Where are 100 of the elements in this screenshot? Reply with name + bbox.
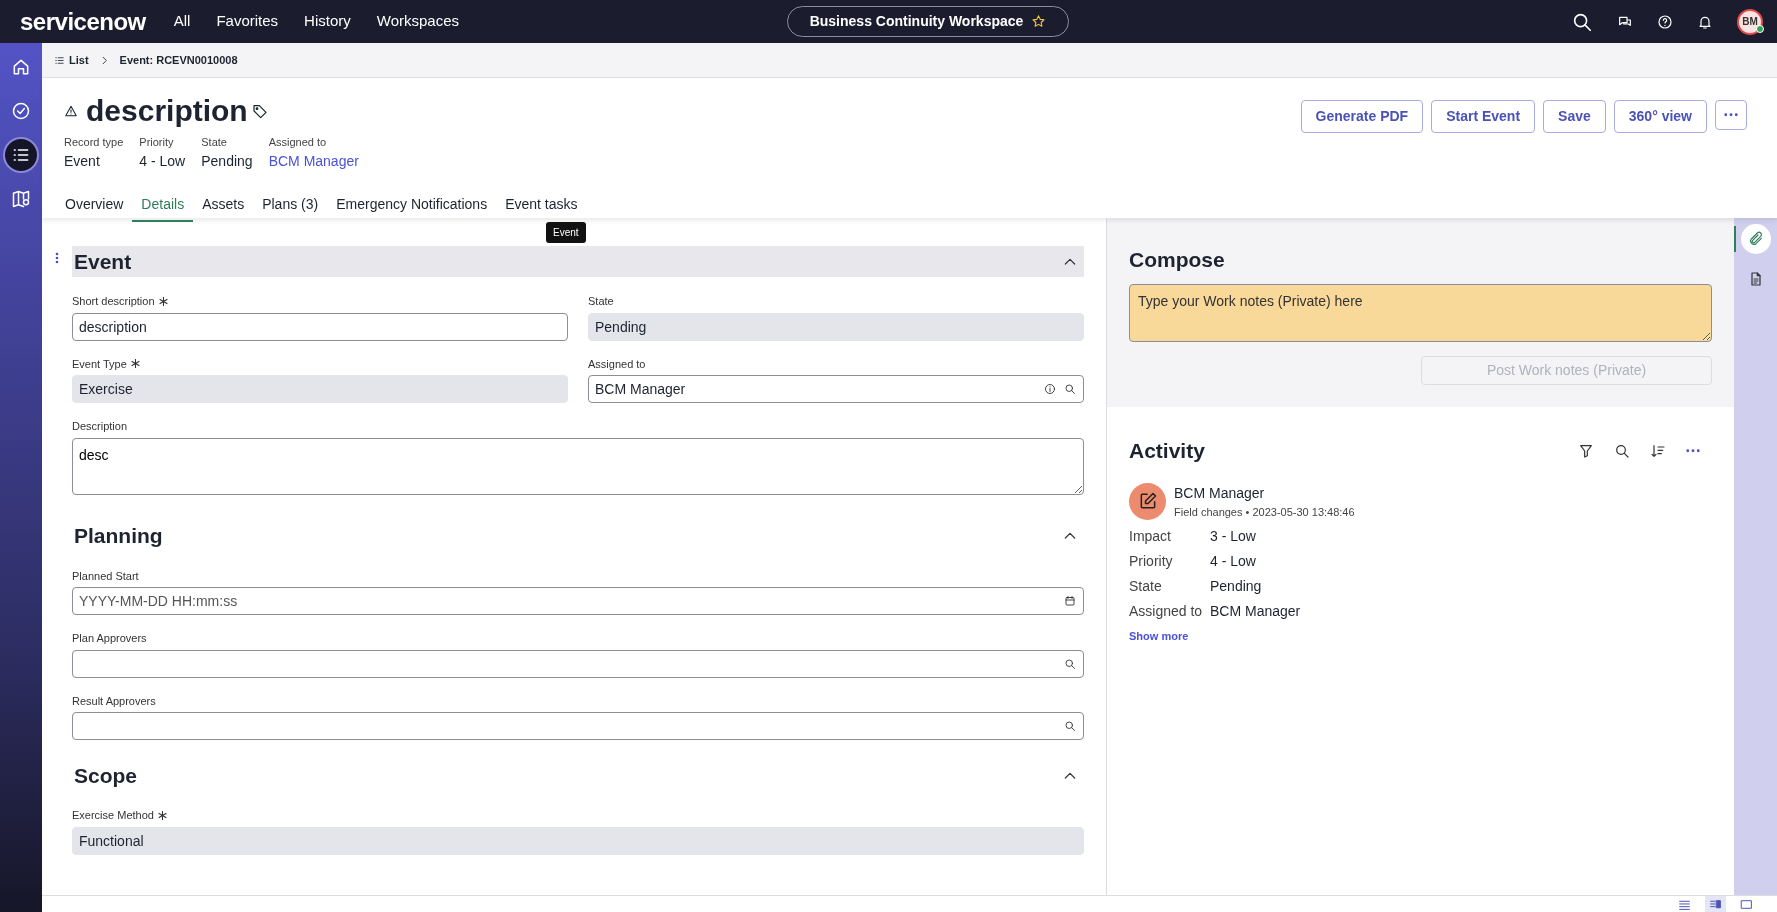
list-icon [54,54,65,66]
view-mode-button[interactable] [1705,896,1726,912]
help-icon [1657,13,1673,30]
meta-link[interactable]: BCM Manager [268,150,359,172]
search-icon [1064,720,1076,732]
change-value: BCM Manager [1210,602,1301,621]
tab[interactable]: Overview [56,187,133,222]
input-field[interactable]: Pending [588,312,1084,341]
breadcrumb-current: Event: RCEVN0010008 [119,52,238,68]
activity-author: BCM Manager [1174,483,1266,503]
required-icon [130,359,140,369]
single-view-icon [1740,897,1753,911]
input-field[interactable]: description [72,312,568,341]
action-button[interactable]: Start Event [1431,100,1536,133]
required-icon [157,810,167,820]
nav-menu-item[interactable]: All [173,10,191,33]
search-button[interactable] [1064,720,1076,732]
tab[interactable]: Event tasks [496,187,587,222]
work-notes-field[interactable]: Type your Work notes (Private) here [1129,283,1712,342]
input-field[interactable] [72,712,1084,740]
filter-icon [1578,442,1594,459]
section-title: Event [74,248,132,275]
calendar-button[interactable] [1064,595,1076,607]
info-button[interactable] [1044,383,1056,395]
more-icon [1686,449,1700,453]
section-title: Scope [74,762,138,789]
input-field[interactable]: YYYY-MM-DD HH:mm:ss [72,587,1084,615]
change-label: Impact [1129,527,1172,546]
compose-title: Compose [1129,247,1226,273]
show-more-link[interactable]: Show more [1129,628,1189,645]
attachment-button[interactable] [1740,224,1771,254]
change-label: State [1129,577,1163,596]
star-icon [1031,14,1047,29]
textarea-field[interactable]: desc [72,437,1084,495]
filter-button[interactable] [1578,442,1594,459]
field-label: Result Approvers [72,693,156,709]
user-avatar[interactable]: BM [1737,8,1763,35]
action-button[interactable]: Generate PDF [1300,100,1424,133]
change-value: 4 - Low [1210,552,1256,571]
more-icon [1724,113,1738,117]
nav-menu-item[interactable]: History [304,10,351,33]
info-icon [1044,383,1056,395]
meta-label: State [201,135,228,150]
list-nav-button[interactable] [3,137,39,173]
tab[interactable]: Assets [193,187,254,222]
input-field[interactable]: BCM Manager [588,375,1084,403]
search-icon [1064,383,1076,395]
search-button[interactable] [1614,442,1630,459]
status-dot [1756,24,1764,33]
tab[interactable]: Plans (3) [253,187,328,222]
action-button[interactable]: 360° view [1613,100,1707,133]
split-view-icon [1709,897,1722,911]
tooltip: Event [546,221,586,243]
field-label: Assigned to [588,356,646,372]
logo[interactable]: servicenow [20,3,146,40]
field-label: Description [72,419,128,434]
field-label: Planned Start [72,568,139,584]
search-button[interactable] [1064,657,1076,670]
field-label: Plan Approvers [72,631,147,646]
check-circle-icon [11,101,31,121]
tab[interactable]: Details [132,187,194,222]
meta-label: Assigned to [268,135,328,150]
activity-title: Activity [1129,438,1205,464]
sort-icon [1650,442,1666,459]
tab[interactable]: Emergency Notifications [327,187,497,222]
record-title: description [86,96,248,126]
meta-label: Record type [64,135,124,150]
search-icon [1614,442,1630,459]
tag-icon [251,103,268,119]
change-value: 3 - Low [1210,527,1256,546]
action-button[interactable]: Save [1543,100,1606,133]
search-icon [1064,657,1076,670]
meta-value: 4 - Low [139,151,186,171]
activity-subtitle: Field changes • 2023-05-30 13:48:46 [1174,504,1355,520]
map-icon [11,189,31,209]
search-button[interactable] [1064,383,1076,395]
input-field[interactable] [72,649,1084,678]
required-icon [158,296,168,306]
change-value: Pending [1210,577,1262,596]
selection-indicator [1733,226,1736,252]
calendar-icon [1064,595,1076,607]
sort-button[interactable] [1650,442,1666,459]
meta-label: Priority [139,135,175,150]
help-button[interactable] [1657,13,1673,30]
meta-value: Pending [201,151,253,171]
paperclip-icon [1747,231,1764,247]
change-label: Priority [1129,552,1174,571]
field-label: Event Type [72,356,127,372]
more-button[interactable] [1686,449,1700,453]
section-title: Planning [74,523,163,550]
field-label: Short description [72,294,155,309]
change-label: Assigned to [1129,602,1204,621]
field-label: State [588,294,614,309]
nav-menu-item[interactable]: Favorites [216,10,279,33]
nav-menu-item[interactable]: Workspaces [376,10,460,33]
breadcrumb-link[interactable]: List [54,51,89,69]
input-field[interactable]: Functional [72,826,1084,855]
meta-value: Event [64,151,101,171]
input-field[interactable]: Exercise [72,375,568,403]
drag-handle-icon[interactable] [55,252,59,264]
